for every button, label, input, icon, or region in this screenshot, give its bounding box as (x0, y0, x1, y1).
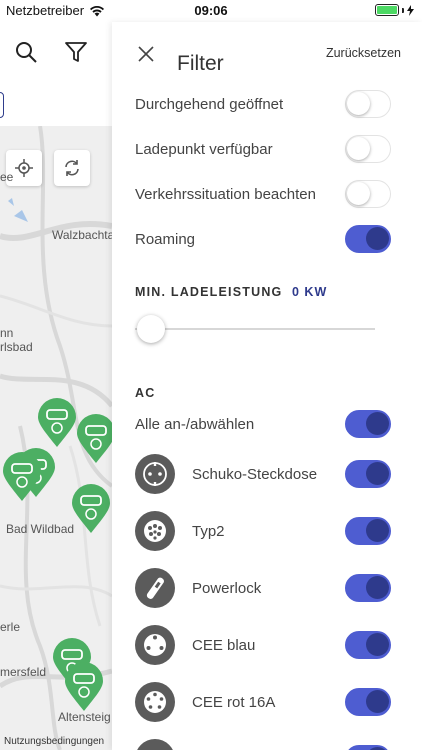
plug-row-powerlock[interactable]: Powerlock (135, 566, 391, 610)
plug-row-type2[interactable]: Typ2 (135, 509, 391, 553)
charging-station-pin[interactable] (71, 484, 111, 534)
map-label-rlsbad: rlsbad (0, 340, 33, 354)
terms-link[interactable]: Nutzungsbedingungen (4, 736, 104, 747)
battery-icon (375, 4, 414, 16)
ac-section-title: AC (135, 386, 156, 400)
filter-header: Filter Zurücksetzen (112, 22, 422, 84)
charging-station-pin[interactable] (37, 398, 77, 448)
cee-blue-switch[interactable] (345, 631, 391, 659)
map-toolbar (0, 22, 112, 126)
reset-button[interactable]: Zurücksetzen (326, 46, 401, 60)
slider-thumb[interactable] (137, 315, 165, 343)
min-power-value: 0 KW (292, 285, 328, 299)
min-power-title: MIN. LADELEISTUNG (135, 285, 283, 299)
charging-bolt-icon (407, 4, 414, 16)
map-label-nn: nn (0, 326, 14, 340)
powerlock-switch[interactable] (345, 574, 391, 602)
toggle-row-always-open[interactable]: Durchgehend geöffnet (135, 86, 391, 122)
plug-icon (135, 739, 175, 750)
type2-icon (135, 511, 175, 551)
schuko-icon (135, 454, 175, 494)
type2-switch[interactable] (345, 517, 391, 545)
map-label-ee: ee (0, 170, 14, 184)
refresh-button[interactable] (54, 150, 90, 186)
cee-red-icon (135, 682, 175, 722)
plug-row-partial[interactable] (135, 737, 391, 750)
close-icon[interactable] (136, 44, 156, 64)
charging-station-pin[interactable] (64, 662, 104, 712)
min-power-slider[interactable] (135, 314, 375, 344)
plug-row-cee-red[interactable]: CEE rot 16A (135, 680, 391, 724)
roaming-switch[interactable] (345, 225, 391, 253)
toggle-row-select-all[interactable]: Alle an-/abwählen (135, 406, 391, 442)
map-label-mersfeld: mersfeld (0, 665, 47, 679)
slider-track[interactable] (135, 328, 375, 330)
toggle-row-available[interactable]: Ladepunkt verfügbar (135, 131, 391, 167)
charging-station-pin[interactable] (76, 414, 112, 464)
always-open-switch[interactable] (345, 90, 391, 118)
search-icon[interactable] (14, 40, 38, 64)
traffic-switch[interactable] (345, 180, 391, 208)
select-all-switch[interactable] (345, 410, 391, 438)
schuko-switch[interactable] (345, 460, 391, 488)
map-canvas[interactable]: ee Walzbachta nn rlsbad Bad Wildbad erle… (0, 126, 112, 750)
powerlock-icon (135, 568, 175, 608)
plug-row-cee-blue[interactable]: CEE blau (135, 623, 391, 667)
status-bar: Netzbetreiber 09:06 (0, 0, 422, 22)
page-title: Filter (177, 52, 224, 75)
refresh-icon (65, 160, 79, 176)
map-label-walzbachtal: Walzbachta (52, 228, 112, 242)
search-field-edge[interactable] (0, 92, 4, 118)
charging-station-pin[interactable] (2, 452, 42, 502)
available-switch[interactable] (345, 135, 391, 163)
map-label-erle: erle (0, 620, 21, 634)
map-label-bad-wildbad: Bad Wildbad (6, 522, 75, 536)
crosshair-icon (15, 159, 33, 177)
toggle-row-roaming[interactable]: Roaming (135, 221, 391, 257)
map-view[interactable]: ee Walzbachta nn rlsbad Bad Wildbad erle… (0, 22, 112, 750)
clock: 09:06 (194, 3, 228, 18)
filter-icon[interactable] (64, 40, 88, 64)
filter-panel: Filter Zurücksetzen Durchgehend geöffnet… (112, 22, 422, 750)
map-label-altensteig: Altensteig (58, 710, 111, 724)
plug-row-schuko[interactable]: Schuko-Steckdose (135, 452, 391, 496)
cee-red-switch[interactable] (345, 688, 391, 716)
toggle-row-traffic[interactable]: Verkehrssituation beachten (135, 176, 391, 212)
cee-blue-icon (135, 625, 175, 665)
plug-switch[interactable] (345, 745, 391, 750)
